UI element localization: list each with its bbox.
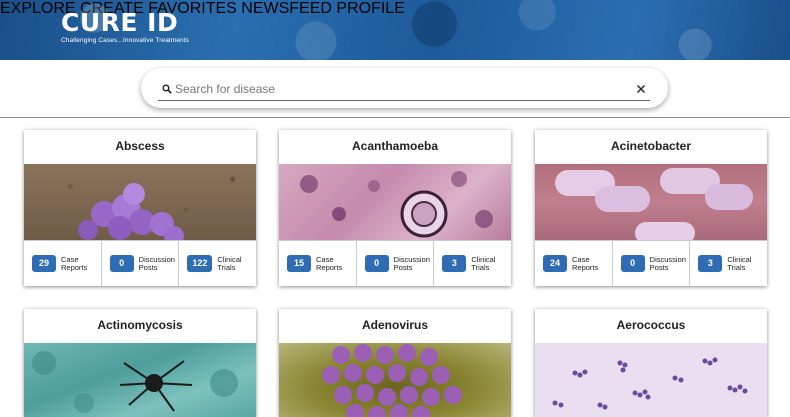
disease-card-acanthamoeba[interactable]: Acanthamoeba 15 Case Reports 0 Discussio…	[279, 130, 511, 286]
case-reports-stat[interactable]: 24 Case Reports	[535, 241, 613, 286]
nav-newsfeed[interactable]: NEWSFEED	[241, 0, 332, 17]
case-reports-count: 24	[543, 255, 567, 272]
card-title: Aerococcus	[616, 318, 686, 332]
clinical-trials-count: 3	[442, 255, 467, 272]
virus-particles-illustration	[322, 344, 462, 417]
case-reports-count: 29	[32, 255, 56, 272]
disease-card-acinetobacter[interactable]: Acinetobacter 24 Case Reports 0 Discussi…	[535, 130, 767, 286]
clinical-trials-count: 3	[698, 255, 723, 272]
clinical-trials-stat[interactable]: 122 Clinical Trials	[179, 241, 256, 286]
discussion-posts-label: Discussion Posts	[649, 254, 686, 272]
card-stats: 15 Case Reports 0 Discussion Posts 3 Cli…	[279, 240, 511, 286]
search-underline	[158, 100, 650, 101]
abscess-image	[24, 164, 256, 240]
acinetobacter-image	[535, 164, 767, 240]
adenovirus-image	[279, 343, 511, 417]
clinical-trials-label: Clinical Trials	[471, 254, 496, 272]
disease-card-adenovirus[interactable]: Adenovirus	[279, 309, 511, 417]
aerococcus-image	[535, 343, 767, 417]
discussion-posts-count: 0	[620, 255, 645, 272]
card-title: Abscess	[115, 139, 165, 153]
clinical-trials-stat[interactable]: 3 Clinical Trials	[690, 241, 767, 286]
card-stats: 29 Case Reports 0 Discussion Posts 122 C…	[24, 240, 256, 286]
gram-stain-illustration	[552, 357, 748, 410]
card-title: Acinetobacter	[610, 139, 692, 153]
bacteria-cluster-illustration	[78, 183, 184, 240]
disease-card-actinomycosis[interactable]: Actinomycosis	[24, 309, 256, 417]
clinical-trials-count: 122	[187, 255, 213, 272]
clinical-trials-label: Clinical Trials	[217, 254, 242, 272]
case-reports-count: 15	[287, 255, 311, 272]
rod-bacteria-illustration	[555, 168, 753, 240]
clinical-trials-stat[interactable]: 3 Clinical Trials	[434, 241, 511, 286]
cure-id-logo[interactable]: CURE ID Challenging Cases...Innovative T…	[61, 10, 189, 45]
discussion-posts-stat[interactable]: 0 Discussion Posts	[357, 241, 435, 286]
logo-tagline: Challenging Cases...Innovative Treatment…	[61, 37, 190, 44]
disease-card-abscess[interactable]: Abscess 29 Case Reports 0 Discussion Pos…	[24, 130, 256, 286]
discussion-posts-count: 0	[364, 255, 389, 272]
discussion-posts-label: Discussion Posts	[393, 254, 430, 272]
discussion-posts-label: Discussion Posts	[138, 254, 175, 272]
discussion-posts-stat[interactable]: 0 Discussion Posts	[613, 241, 691, 286]
logo-title: CURE ID	[61, 8, 179, 37]
nav-profile[interactable]: PROFILE	[336, 0, 404, 17]
case-reports-stat[interactable]: 15 Case Reports	[279, 241, 357, 286]
case-reports-label: Case Reports	[61, 254, 88, 272]
case-reports-stat[interactable]: 29 Case Reports	[24, 241, 102, 286]
card-title: Acanthamoeba	[351, 139, 439, 153]
case-reports-label: Case Reports	[572, 254, 599, 272]
close-icon[interactable]	[636, 84, 646, 94]
discussion-posts-count: 0	[109, 255, 134, 272]
discussion-posts-stat[interactable]: 0 Discussion Posts	[102, 241, 180, 286]
card-stats: 24 Case Reports 0 Discussion Posts 3 Cli…	[535, 240, 767, 286]
actinomycosis-image	[24, 343, 256, 417]
top-header: CURE ID Challenging Cases...Innovative T…	[0, 0, 790, 60]
acanthamoeba-image	[279, 164, 511, 240]
search-input[interactable]	[175, 80, 595, 98]
clinical-trials-label: Clinical Trials	[727, 254, 752, 272]
case-reports-label: Case Reports	[316, 254, 343, 272]
disease-card-aerococcus[interactable]: Aerococcus	[535, 309, 767, 417]
card-title: Actinomycosis	[97, 318, 183, 332]
card-title: Adenovirus	[361, 318, 428, 332]
search-icon	[162, 84, 172, 94]
cell-tissue-illustration	[300, 171, 493, 238]
stained-colony-illustration	[32, 351, 238, 413]
